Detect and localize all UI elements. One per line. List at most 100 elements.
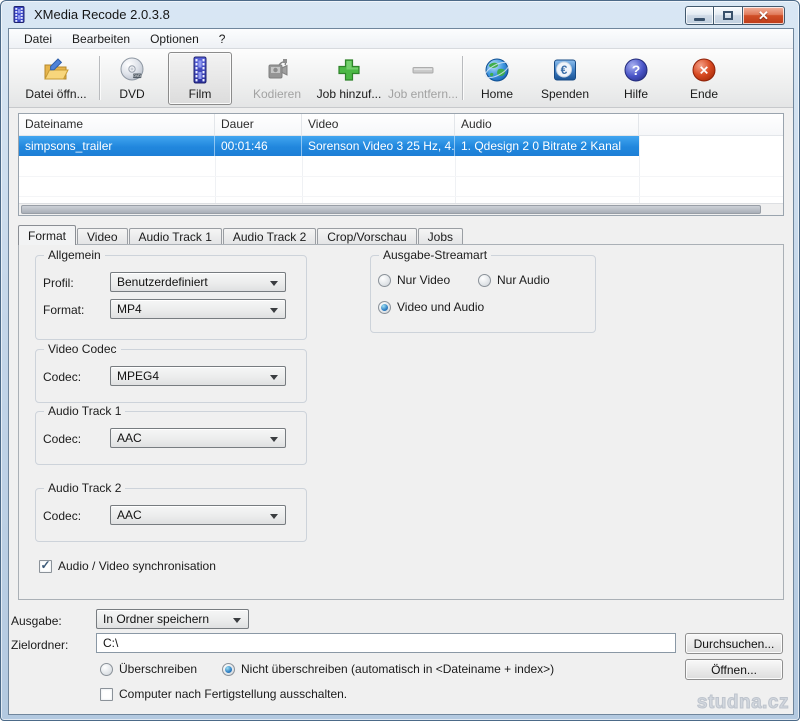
toolbar-button-label: DVD	[119, 87, 144, 101]
tab-strip: Format Video Audio Track 1 Audio Track 2…	[18, 226, 464, 245]
format-label: Format:	[43, 303, 84, 317]
remove-job-icon	[409, 56, 437, 84]
toolbar-button-label: Home	[481, 87, 513, 101]
toolbar-home-button[interactable]: Home	[468, 52, 526, 105]
chevron-down-icon	[270, 514, 278, 519]
ausgabe-select[interactable]: In Ordner speichern	[96, 609, 249, 629]
maximize-button[interactable]	[714, 6, 743, 25]
film-icon	[186, 56, 214, 84]
column-header-video[interactable]: Video	[302, 114, 455, 135]
checkbox-icon	[100, 688, 113, 701]
audio-track1-codec-value: AAC	[117, 431, 142, 445]
toolbar-open-file-button[interactable]: Datei öffn...	[19, 52, 93, 105]
tab-crop-vorschau[interactable]: Crop/Vorschau	[317, 228, 416, 245]
minimize-button[interactable]	[685, 6, 714, 25]
file-list-header: Dateiname Dauer Video Audio	[19, 114, 783, 136]
window-title: XMedia Recode 2.0.3.8	[34, 7, 170, 22]
ausgabe-label: Ausgabe:	[11, 614, 62, 628]
radio-video-und-audio[interactable]: Video und Audio	[378, 300, 484, 314]
tab-video[interactable]: Video	[77, 228, 127, 245]
checkbox-label: Audio / Video synchronisation	[58, 559, 216, 573]
app-window: XMedia Recode 2.0.3.8 ✕ Datei Bearbeiten…	[0, 0, 800, 721]
menu-datei[interactable]: Datei	[15, 30, 61, 48]
minimize-icon	[694, 18, 705, 21]
format-value: MP4	[117, 302, 142, 316]
encode-icon	[263, 56, 291, 84]
radio-icon	[478, 274, 491, 287]
globe-icon	[483, 56, 511, 84]
ausgabe-value: In Ordner speichern	[103, 612, 209, 626]
toolbar-dvd-button[interactable]: DVD DVD	[105, 52, 159, 105]
tab-audio-track-2[interactable]: Audio Track 2	[223, 228, 316, 245]
streamart-group: Ausgabe-Streamart	[370, 255, 596, 333]
radio-label: Nur Video	[397, 273, 450, 287]
add-job-icon	[335, 56, 363, 84]
donate-icon: €	[551, 56, 579, 84]
toolbar-encode-button: Kodieren	[245, 52, 309, 105]
profil-select[interactable]: Benutzerdefiniert	[110, 272, 286, 292]
scrollbar-thumb[interactable]	[21, 205, 761, 214]
column-header-dauer[interactable]: Dauer	[215, 114, 302, 135]
radio-label: Nicht überschreiben (automatisch in <Dat…	[241, 662, 554, 676]
radio-icon	[378, 274, 391, 287]
radio-nur-video[interactable]: Nur Video	[378, 273, 450, 287]
radio-nicht-ueberschreiben[interactable]: Nicht überschreiben (automatisch in <Dat…	[222, 662, 554, 676]
toolbar-button-label: Job hinzuf...	[317, 87, 382, 101]
tab-audio-track-1[interactable]: Audio Track 1	[129, 228, 222, 245]
menu-bar: Datei Bearbeiten Optionen ?	[9, 29, 793, 49]
radio-label: Video und Audio	[397, 300, 484, 314]
horizontal-scrollbar[interactable]	[19, 203, 783, 215]
file-row-selected[interactable]: simpsons_trailer 00:01:46 Sorenson Video…	[19, 136, 639, 156]
profil-label: Profil:	[43, 276, 74, 290]
streamart-group-title: Ausgabe-Streamart	[379, 248, 491, 262]
chevron-down-icon	[270, 375, 278, 380]
audio-track1-codec-select[interactable]: AAC	[110, 428, 286, 448]
toolbar-separator	[462, 56, 463, 100]
format-tab-panel: Allgemein Profil: Benutzerdefiniert Form…	[18, 244, 784, 600]
column-header-audio[interactable]: Audio	[455, 114, 639, 135]
toolbar-end-button[interactable]: ✕ Ende	[675, 52, 733, 105]
format-select[interactable]: MP4	[110, 299, 286, 319]
toolbar-film-button[interactable]: Film	[168, 52, 232, 105]
title-bar[interactable]: XMedia Recode 2.0.3.8 ✕	[1, 1, 799, 28]
grid-line	[639, 136, 640, 203]
audio-track2-codec-select[interactable]: AAC	[110, 505, 286, 525]
svg-text:?: ?	[632, 62, 641, 78]
durchsuchen-button[interactable]: Durchsuchen...	[685, 633, 783, 654]
toolbar-button-label: Ende	[690, 87, 718, 101]
file-list: Dateiname Dauer Video Audio simpsons_tra…	[18, 113, 784, 216]
dvd-icon: DVD	[118, 56, 146, 84]
menu-help[interactable]: ?	[210, 30, 235, 48]
radio-ueberschreiben[interactable]: Überschreiben	[100, 662, 197, 676]
column-header-dateiname[interactable]: Dateiname	[19, 114, 215, 135]
close-button[interactable]: ✕	[743, 6, 785, 25]
checkbox-icon	[39, 560, 52, 573]
audio-track2-group-title: Audio Track 2	[44, 481, 125, 495]
menu-bearbeiten[interactable]: Bearbeiten	[63, 30, 139, 48]
toolbar-button-label: Film	[189, 87, 212, 101]
cell-video: Sorenson Video 3 25 Hz, 4...	[302, 136, 455, 156]
radio-icon	[100, 663, 113, 676]
chevron-down-icon	[270, 281, 278, 286]
toolbar-button-label: Job entfern...	[388, 87, 458, 101]
video-codec-value: MPEG4	[117, 369, 159, 383]
av-sync-checkbox[interactable]: Audio / Video synchronisation	[39, 559, 216, 573]
oeffnen-button[interactable]: Öffnen...	[685, 659, 783, 680]
menu-optionen[interactable]: Optionen	[141, 30, 208, 48]
shutdown-checkbox[interactable]: Computer nach Fertigstellung ausschalten…	[100, 687, 347, 701]
maximize-icon	[723, 11, 733, 20]
column-header-filler	[639, 114, 783, 135]
toolbar-add-job-button[interactable]: Job hinzuf...	[313, 52, 385, 105]
video-codec-group-title: Video Codec	[44, 342, 121, 356]
radio-nur-audio[interactable]: Nur Audio	[478, 273, 550, 287]
toolbar: Datei öffn... DVD DVD	[9, 49, 793, 108]
toolbar-help-button[interactable]: ? Hilfe	[609, 52, 663, 105]
close-icon: ✕	[758, 9, 769, 22]
toolbar-button-label: Datei öffn...	[25, 87, 86, 101]
video-codec-select[interactable]: MPEG4	[110, 366, 286, 386]
tab-jobs[interactable]: Jobs	[418, 228, 463, 245]
toolbar-donate-button[interactable]: € Spenden	[533, 52, 597, 105]
zielordner-input[interactable]: C:\	[96, 633, 676, 653]
audio-track1-group-title: Audio Track 1	[44, 404, 125, 418]
tab-format[interactable]: Format	[18, 225, 76, 245]
